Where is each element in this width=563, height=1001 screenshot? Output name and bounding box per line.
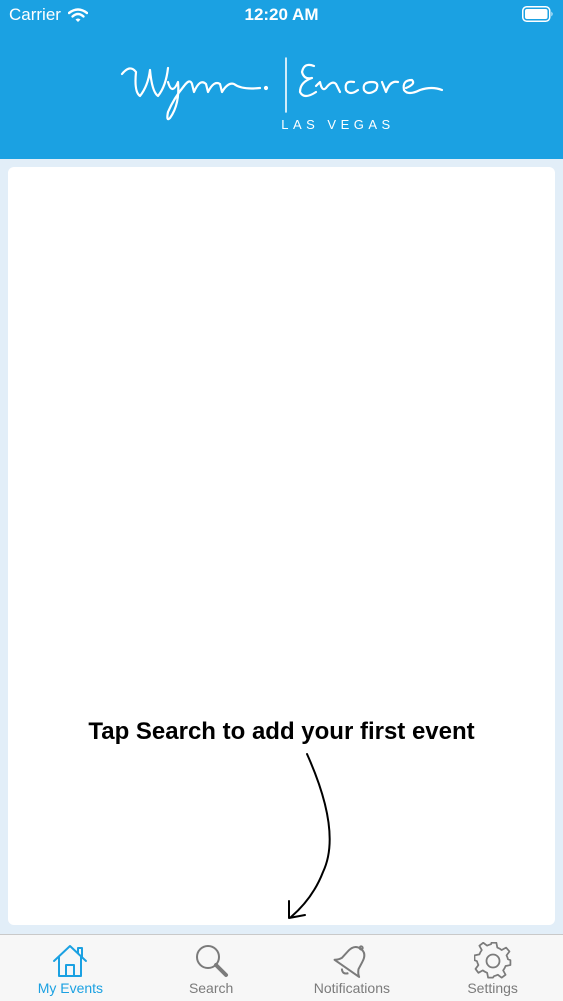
tab-search[interactable]: Search <box>141 935 282 1001</box>
search-icon <box>196 945 229 977</box>
tab-label: Search <box>188 980 234 996</box>
status-time: 12:20 AM <box>244 5 319 24</box>
wynn-encore-logo: LAS VEGAS <box>110 52 454 138</box>
battery-icon <box>522 6 553 22</box>
curved-arrow-down-icon <box>288 753 331 919</box>
tab-settings[interactable]: Settings <box>422 935 563 1001</box>
logo-subtitle: LAS VEGAS <box>281 117 395 132</box>
gear-icon <box>473 942 511 979</box>
tab-my-events[interactable]: My Events <box>0 935 141 1001</box>
bell-icon <box>333 945 366 978</box>
my-events-list[interactable]: Tap Search to add your first event <box>8 167 555 925</box>
home-icon <box>53 945 88 977</box>
tab-label: Notifications <box>313 980 390 996</box>
tab-label: Settings <box>467 980 518 996</box>
tab-label: My Events <box>37 980 104 996</box>
tab-bar: My Events Search Notifications Settings <box>0 934 563 1001</box>
app-header: Carrier 12:20 AM LAS VEGAS <box>0 0 563 159</box>
tab-notifications[interactable]: Notifications <box>282 935 423 1001</box>
status-bar: Carrier 12:20 AM <box>0 0 563 30</box>
